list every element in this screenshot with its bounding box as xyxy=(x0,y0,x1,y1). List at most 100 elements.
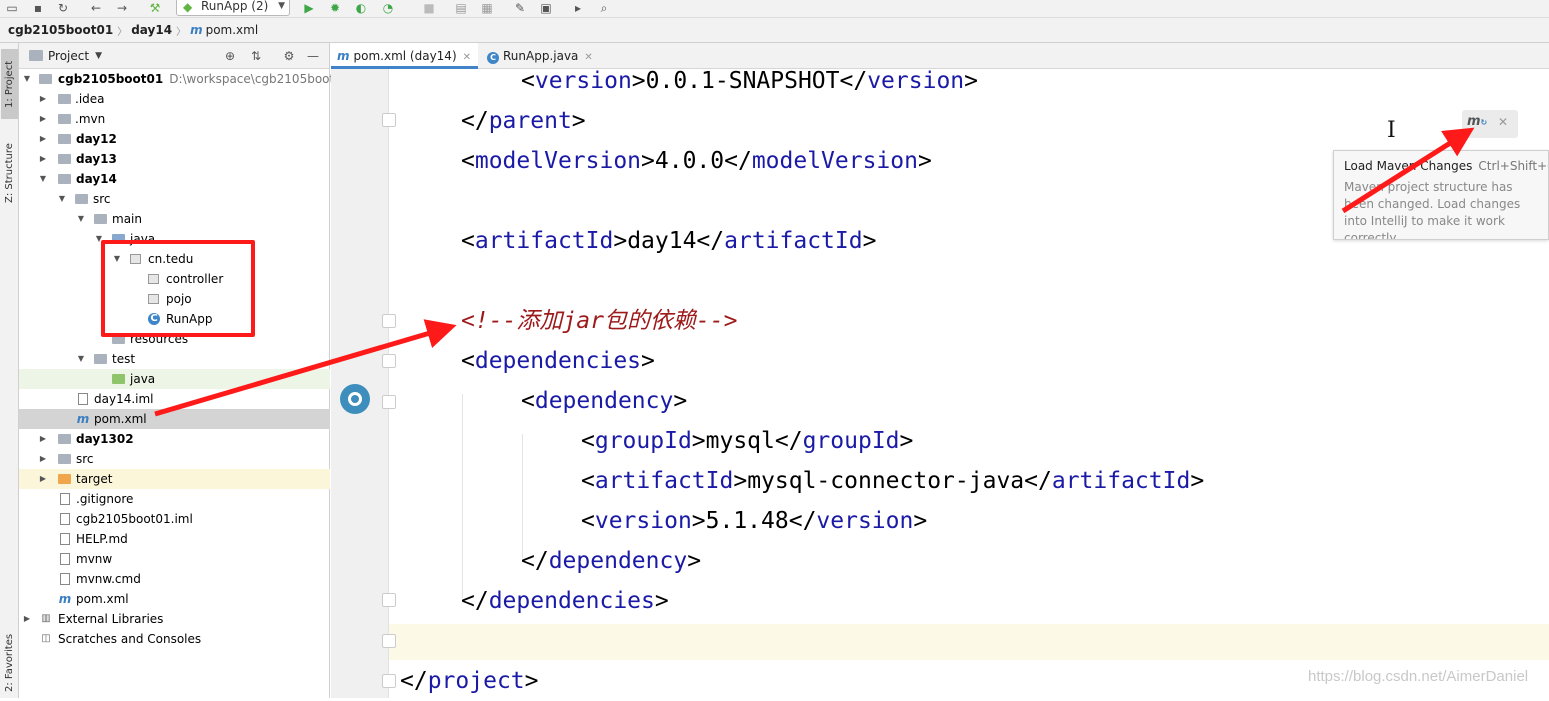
open-icon[interactable]: ▭ xyxy=(4,0,20,16)
tree-item-label: main xyxy=(112,212,142,226)
collapsed-arrow-icon[interactable]: ▶ xyxy=(22,609,32,629)
tree-item-test-java[interactable]: java xyxy=(19,369,330,389)
tree-item-src[interactable]: ▼ src xyxy=(19,189,330,209)
save-icon[interactable]: ▪ xyxy=(30,0,46,16)
tree-item-main[interactable]: ▼ main xyxy=(19,209,330,229)
back-icon[interactable]: ← xyxy=(88,0,104,16)
tree-item-gitignore[interactable]: .gitignore xyxy=(19,489,330,509)
collapse-all-icon[interactable]: ⇅ xyxy=(248,48,264,64)
tree-item-day14-iml[interactable]: day14.iml xyxy=(19,389,330,409)
project-structure-icon[interactable]: ▤ xyxy=(453,0,469,16)
expand-arrow-icon[interactable]: ▼ xyxy=(112,249,122,269)
breadcrumb-item-project[interactable]: cgb2105boot01 xyxy=(8,23,113,37)
module-folder-icon xyxy=(58,174,71,184)
tab-pom-xml[interactable]: m pom.xml (day14) ✕ xyxy=(331,43,478,69)
code-line: <version>0.0.1-SNAPSHOT</version> xyxy=(521,61,978,101)
tree-item-cn-tedu[interactable]: ▼ cn.tedu xyxy=(19,249,330,269)
run-config-select[interactable]: ◆ RunApp (2) ▼ xyxy=(176,0,290,16)
test-folder-icon xyxy=(112,374,125,384)
breadcrumb-item-file[interactable]: pom.xml xyxy=(206,23,259,37)
coverage-icon[interactable]: ◐ xyxy=(353,0,369,16)
tree-item-resources[interactable]: resources xyxy=(19,329,330,349)
sync-icon[interactable]: ↻ xyxy=(55,0,71,16)
tree-item-day13[interactable]: ▶ day13 xyxy=(19,149,330,169)
forward-icon[interactable]: → xyxy=(114,0,130,16)
layout-icon[interactable]: ▣ xyxy=(538,0,554,16)
close-icon[interactable]: ✕ xyxy=(1498,115,1508,129)
expand-arrow-icon[interactable]: ▼ xyxy=(94,229,104,249)
breadcrumb-item-module[interactable]: day14 xyxy=(131,23,172,37)
collapsed-arrow-icon[interactable]: ▶ xyxy=(38,89,48,109)
fold-marker-icon[interactable] xyxy=(382,674,396,688)
expand-arrow-icon[interactable]: ▼ xyxy=(22,69,32,89)
maven-changes-tooltip: Load Maven Changes Ctrl+Shift+O Maven pro… xyxy=(1333,150,1549,240)
tree-item-pojo[interactable]: pojo xyxy=(19,289,330,309)
gear-icon[interactable]: ⚙ xyxy=(281,48,297,64)
fold-marker-icon[interactable] xyxy=(382,354,396,368)
code-comment: <!--添加jar包的依赖--> xyxy=(461,308,738,334)
collapsed-arrow-icon[interactable]: ▶ xyxy=(38,149,48,169)
collapsed-arrow-icon[interactable]: ▶ xyxy=(38,129,48,149)
project-panel-title[interactable]: Project xyxy=(48,49,89,63)
debug-icon[interactable]: ✹ xyxy=(327,0,343,16)
fold-marker-icon[interactable] xyxy=(382,314,396,328)
tree-item-root-pom[interactable]: m pom.xml xyxy=(19,589,330,609)
tree-item-root-iml[interactable]: cgb2105boot01.iml xyxy=(19,509,330,529)
tree-item-test[interactable]: ▼ test xyxy=(19,349,330,369)
fold-marker-icon[interactable] xyxy=(382,113,396,127)
tab-project[interactable]: 1: Project xyxy=(1,49,18,119)
tag-bracket: > xyxy=(913,508,928,534)
collapsed-arrow-icon[interactable]: ▶ xyxy=(38,469,48,489)
collapsed-arrow-icon[interactable]: ▶ xyxy=(38,449,48,469)
tree-item-mvn[interactable]: ▶ .mvn xyxy=(19,109,330,129)
tab-structure[interactable]: Z: Structure xyxy=(1,133,18,213)
terminal-icon[interactable]: ▸ xyxy=(570,0,586,16)
collapsed-arrow-icon[interactable]: ▶ xyxy=(38,429,48,449)
tree-item-scratches[interactable]: ◫ Scratches and Consoles xyxy=(19,629,330,649)
tree-item-day12[interactable]: ▶ day12 xyxy=(19,129,330,149)
tree-item-mvnw-cmd[interactable]: mvnw.cmd xyxy=(19,569,330,589)
tree-item-java[interactable]: ▼ java xyxy=(19,229,330,249)
fold-marker-icon[interactable] xyxy=(382,634,396,648)
script-file-icon xyxy=(60,553,70,565)
tree-item-cgb2105boot01[interactable]: ▼ cgb2105boot01 D:\workspace\cgb2105boot0… xyxy=(19,69,350,89)
run-icon[interactable]: ▶ xyxy=(301,0,317,16)
tab-favorites[interactable]: 2: Favorites xyxy=(1,628,18,698)
expand-arrow-icon[interactable]: ▼ xyxy=(76,349,86,369)
maven-reload-icon[interactable]: m↻ xyxy=(1467,114,1487,129)
tree-item-target[interactable]: ▶ target xyxy=(19,469,330,489)
close-icon[interactable]: ✕ xyxy=(463,52,471,63)
tree-item-day14[interactable]: ▼ day14 xyxy=(19,169,330,189)
scratches-icon: ◫ xyxy=(41,633,51,644)
tree-item-runapp[interactable]: C RunApp xyxy=(19,309,330,329)
tree-item-external-libraries[interactable]: ▶ ▥ External Libraries xyxy=(19,609,330,629)
fold-marker-icon[interactable] xyxy=(382,395,396,409)
tag-bracket: > xyxy=(673,388,688,414)
tree-item-root-src[interactable]: ▶ src xyxy=(19,449,330,469)
breadcrumb: cgb2105boot01 〉 day14 〉 m pom.xml xyxy=(0,18,1549,43)
expand-arrow-icon[interactable]: ▼ xyxy=(38,169,48,189)
locate-icon[interactable]: ⊕ xyxy=(222,48,238,64)
tree-item-help-md[interactable]: HELP.md xyxy=(19,529,330,549)
folder-icon xyxy=(58,454,71,464)
expand-arrow-icon[interactable]: ▼ xyxy=(57,189,67,209)
tree-item-day14-pom[interactable]: m pom.xml xyxy=(19,409,330,429)
sdk-icon[interactable]: ▦ xyxy=(479,0,495,16)
settings-icon[interactable]: ✎ xyxy=(512,0,528,16)
profile-icon[interactable]: ◔ xyxy=(380,0,396,16)
fold-marker-icon[interactable] xyxy=(382,593,396,607)
search-icon[interactable]: ⌕ xyxy=(596,0,612,16)
tree-item-mvnw[interactable]: mvnw xyxy=(19,549,330,569)
chevron-down-icon[interactable]: ▼ xyxy=(95,51,102,61)
minimize-icon[interactable]: — xyxy=(305,48,321,64)
tree-item-controller[interactable]: controller xyxy=(19,269,330,289)
folder-icon xyxy=(58,114,71,124)
navigate-parent-icon[interactable] xyxy=(340,384,370,414)
collapsed-arrow-icon[interactable]: ▶ xyxy=(38,109,48,129)
markdown-file-icon xyxy=(60,533,70,545)
expand-arrow-icon[interactable]: ▼ xyxy=(76,209,86,229)
tree-item-day1302[interactable]: ▶ day1302 xyxy=(19,429,330,449)
stop-icon[interactable]: ■ xyxy=(421,0,437,16)
build-icon[interactable]: ⚒ xyxy=(147,0,163,16)
tree-item-idea[interactable]: ▶ .idea xyxy=(19,89,330,109)
